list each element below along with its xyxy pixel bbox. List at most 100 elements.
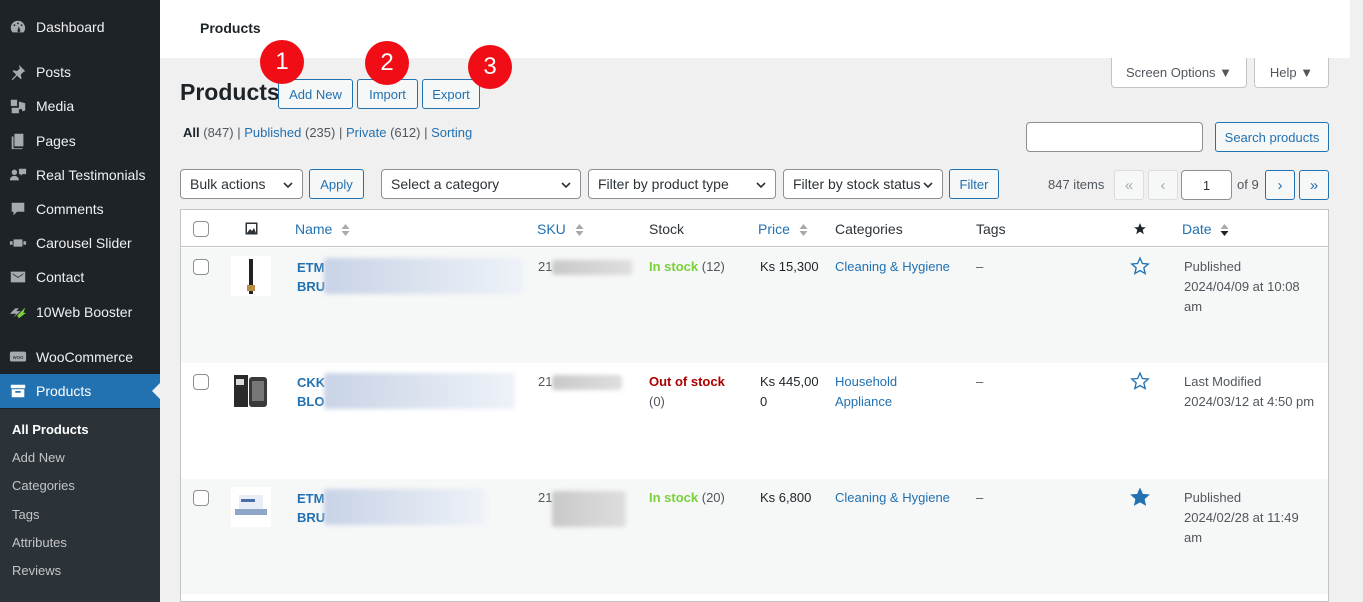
submenu-attributes[interactable]: Attributes — [12, 535, 67, 550]
date-cell: Published 2024/02/28 at 11:49 am — [1184, 488, 1299, 548]
filter-button[interactable]: Filter — [949, 169, 999, 199]
select-all-checkbox[interactable] — [193, 221, 209, 237]
filter-private-link[interactable]: Private — [346, 125, 386, 140]
product-name-link[interactable]: CKK BLO — [297, 373, 325, 411]
product-name-link[interactable]: ETM BRU — [297, 489, 325, 527]
category-link[interactable]: Cleaning & Hygiene — [835, 257, 950, 277]
last-page-button[interactable]: » — [1299, 170, 1329, 200]
search-input[interactable] — [1026, 122, 1203, 152]
mail-icon — [8, 267, 28, 287]
category-select[interactable]: Select a category — [381, 169, 581, 199]
date-cell: Last Modified 2024/03/12 at 4:50 pm — [1184, 372, 1314, 412]
column-price-label: Price — [758, 221, 790, 237]
sidebar-item-contact[interactable]: Contact — [0, 260, 160, 294]
category-value: Select a category — [391, 176, 500, 192]
star-filled-icon[interactable] — [1130, 487, 1150, 507]
prev-page-button[interactable]: ‹ — [1148, 170, 1178, 200]
sidebar-item-carousel-slider[interactable]: Carousel Slider — [0, 226, 160, 260]
screen-options-button[interactable]: Screen Options ▼ — [1111, 58, 1247, 88]
category-link[interactable]: Household Appliance — [835, 372, 897, 412]
sidebar-item-dashboard[interactable]: Dashboard — [0, 10, 160, 44]
filter-published-link[interactable]: Published — [244, 125, 301, 140]
product-image — [234, 375, 267, 407]
redacted-name — [324, 373, 515, 409]
sidebar-item-comments[interactable]: Comments — [0, 192, 160, 226]
product-type-select[interactable]: Filter by product type — [588, 169, 776, 199]
filter-private-count: (612) — [390, 125, 421, 140]
sidebar-item-posts[interactable]: Posts — [0, 55, 160, 89]
date-line: 2024/02/28 at 11:49 — [1184, 510, 1299, 525]
product-thumbnail[interactable] — [231, 371, 271, 411]
table-row: ETM BRU 21 In stock (12) Ks 15,300 Clean… — [181, 248, 1328, 363]
search-products-button[interactable]: Search products — [1215, 122, 1329, 152]
dashboard-icon — [8, 17, 28, 37]
product-name-line: BLO — [297, 394, 325, 409]
row-checkbox[interactable] — [193, 259, 209, 275]
sidebar-item-label: Posts — [36, 64, 72, 80]
stock-count: (0) — [649, 394, 665, 409]
add-new-button[interactable]: Add New — [278, 79, 353, 109]
sku-value: 21 — [538, 259, 553, 274]
sidebar-item-pages[interactable]: Pages — [0, 124, 160, 158]
stock-status: In stock — [649, 490, 699, 505]
stock-count: (20) — [701, 490, 725, 505]
column-sku[interactable]: SKU — [537, 221, 584, 237]
sidebar-item-media[interactable]: Media — [0, 89, 160, 123]
first-page-button[interactable]: « — [1114, 170, 1144, 200]
sidebar-item-10web-booster[interactable]: 10Web Booster — [0, 295, 160, 329]
submenu-reviews[interactable]: Reviews — [12, 563, 61, 578]
filter-all-link[interactable]: All — [183, 125, 200, 140]
product-name-line: BRU — [297, 510, 326, 525]
bulk-actions-value: Bulk actions — [190, 176, 266, 192]
admin-sidebar: Dashboard Posts Media Pages Real Testimo… — [0, 0, 160, 602]
sidebar-item-real-testimonials[interactable]: Real Testimonials — [0, 158, 160, 192]
featured-star-icon[interactable] — [1133, 222, 1147, 236]
product-name-line: ETM — [297, 260, 325, 275]
apply-button[interactable]: Apply — [309, 169, 364, 199]
row-checkbox[interactable] — [193, 490, 209, 506]
sidebar-item-label: Real Testimonials — [36, 167, 146, 183]
product-image — [235, 495, 267, 515]
date-line: 2024/04/09 at 10:08 — [1184, 279, 1300, 294]
date-status: Published — [1184, 259, 1242, 274]
date-line: 2024/03/12 at 4:50 pm — [1184, 394, 1315, 409]
column-stock: Stock — [649, 221, 685, 237]
column-date[interactable]: Date — [1182, 221, 1229, 237]
product-name-link[interactable]: ETM BRU — [297, 258, 325, 296]
product-thumbnail[interactable] — [231, 487, 271, 527]
sorting-link[interactable]: Sorting — [431, 125, 472, 140]
column-price[interactable]: Price — [758, 221, 808, 237]
product-thumbnail[interactable] — [231, 256, 271, 296]
next-page-button[interactable]: › — [1265, 170, 1295, 200]
annotation-badge-1: 1 — [260, 40, 304, 84]
product-name-line: BRU — [297, 279, 326, 294]
items-count: 847 items — [1048, 177, 1105, 192]
current-page-input[interactable] — [1181, 170, 1232, 200]
help-button[interactable]: Help ▼ — [1254, 58, 1329, 88]
category-link[interactable]: Cleaning & Hygiene — [835, 488, 950, 508]
sidebar-item-label: 10Web Booster — [36, 304, 133, 320]
sort-icon — [799, 224, 808, 237]
filter-separator: | — [424, 125, 428, 140]
annotation-badge-2: 2 — [365, 41, 409, 85]
stock-cell: Out of stock (0) — [649, 372, 725, 412]
stock-status-value: Filter by stock status — [793, 176, 921, 192]
submenu-categories[interactable]: Categories — [12, 478, 75, 493]
star-outline-icon[interactable] — [1130, 371, 1150, 391]
sidebar-item-woocommerce[interactable]: woo WooCommerce — [0, 340, 160, 374]
star-outline-icon[interactable] — [1130, 256, 1150, 276]
sidebar-item-products[interactable]: Products — [0, 374, 160, 408]
column-name[interactable]: Name — [295, 221, 350, 237]
bulk-actions-select[interactable]: Bulk actions — [180, 169, 303, 199]
products-table: Name SKU Stock Price Categories Tags Dat… — [180, 209, 1329, 602]
export-button[interactable]: Export — [422, 79, 480, 109]
submenu-all-products[interactable]: All Products — [12, 422, 89, 437]
submenu-add-new[interactable]: Add New — [12, 450, 65, 465]
row-checkbox[interactable] — [193, 374, 209, 390]
annotation-badge-3: 3 — [468, 45, 512, 89]
column-sku-label: SKU — [537, 221, 566, 237]
submenu-tags[interactable]: Tags — [12, 507, 39, 522]
stock-status-select[interactable]: Filter by stock status — [783, 169, 943, 199]
status-filter-links: All (847) | Published (235) | Private (6… — [183, 125, 472, 140]
booster-icon — [8, 302, 28, 322]
